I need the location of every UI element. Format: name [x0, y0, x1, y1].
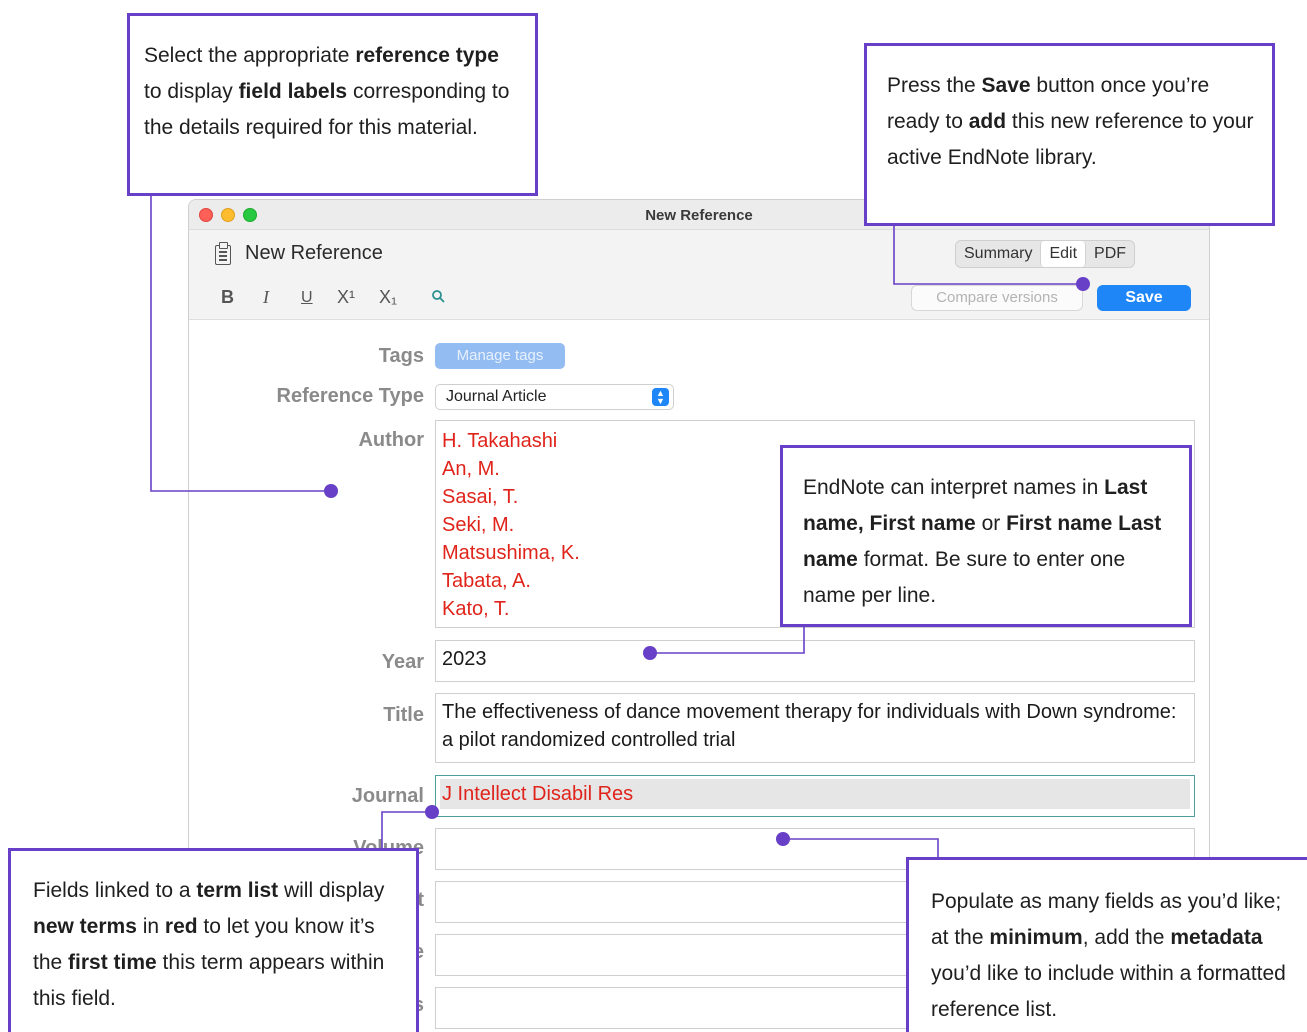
callout-bold: minimum — [989, 926, 1083, 949]
callout-bold: field labels — [238, 80, 348, 103]
callout-bold: first time — [68, 951, 157, 974]
callout-save: Press the Save button once you’re ready … — [864, 43, 1275, 226]
reference-title: New Reference — [245, 242, 383, 264]
chevron-up-down-icon: ▲ ▼ — [652, 388, 669, 406]
callout-text: to display — [144, 80, 239, 103]
year-label: Year — [381, 651, 424, 673]
callout-bold: reference type — [355, 44, 499, 67]
callout-text: or — [975, 512, 1007, 535]
journal-label: Journal — [351, 785, 424, 807]
callout-text: you’d like to include within a formatted… — [931, 962, 1286, 1021]
callout-text: Press the — [887, 74, 982, 97]
callout-bold: red — [164, 915, 198, 938]
callout-populate-fields: Populate as many fields as you’d like; a… — [906, 857, 1307, 1032]
compare-versions-button[interactable]: Compare versions — [911, 285, 1083, 311]
subscript-button[interactable]: X₁ — [379, 287, 397, 308]
callout-reference-type: Select the appropriate reference type to… — [127, 13, 538, 196]
reference-type-value: Journal Article — [446, 388, 547, 405]
callout-text: will display — [278, 879, 385, 902]
tab-edit[interactable]: Edit — [1040, 241, 1087, 267]
journal-value: J Intellect Disabil Res — [440, 779, 1190, 809]
callout-text: in — [136, 915, 165, 938]
reference-header: New Reference Summary Edit PDF B I U X¹ … — [189, 230, 1209, 320]
callout-text: , add the — [1082, 926, 1171, 949]
callout-author-names: EndNote can interpret names in Last name… — [780, 445, 1192, 627]
tab-summary[interactable]: Summary — [956, 241, 1040, 267]
manage-tags-button[interactable]: Manage tags — [435, 343, 565, 369]
callout-text: Fields linked to a — [33, 879, 197, 902]
save-button[interactable]: Save — [1097, 285, 1191, 311]
superscript-button[interactable]: X¹ — [337, 287, 355, 308]
title-field[interactable]: The effectiveness of dance movement ther… — [435, 693, 1195, 763]
callout-text: Select the appropriate — [144, 44, 356, 67]
bold-button[interactable]: B — [221, 287, 234, 308]
callout-bold: metadata — [1170, 926, 1263, 949]
reference-type-select[interactable]: Journal Article ▲ ▼ — [435, 384, 674, 410]
callout-bold: new terms — [33, 915, 137, 938]
callout-term-list: Fields linked to a term list will displa… — [8, 848, 419, 1032]
title-label: Title — [383, 704, 424, 726]
view-tabs: Summary Edit PDF — [955, 240, 1136, 268]
clipboard-icon — [215, 242, 231, 265]
italic-button[interactable]: I — [263, 287, 269, 308]
author-label: Author — [358, 429, 424, 451]
callout-bold: term list — [196, 879, 279, 902]
journal-field[interactable]: J Intellect Disabil Res — [435, 775, 1195, 817]
callout-bold: Save — [981, 74, 1031, 97]
tab-pdf[interactable]: PDF — [1086, 241, 1134, 267]
callout-text: EndNote can interpret names in — [803, 476, 1105, 499]
reference-type-label: Reference Type — [276, 385, 424, 407]
underline-button[interactable]: U — [301, 289, 313, 307]
tags-label: Tags — [378, 345, 424, 367]
callout-bold: add — [968, 110, 1007, 133]
year-field[interactable]: 2023 — [435, 640, 1195, 682]
search-icon[interactable] — [432, 290, 445, 303]
